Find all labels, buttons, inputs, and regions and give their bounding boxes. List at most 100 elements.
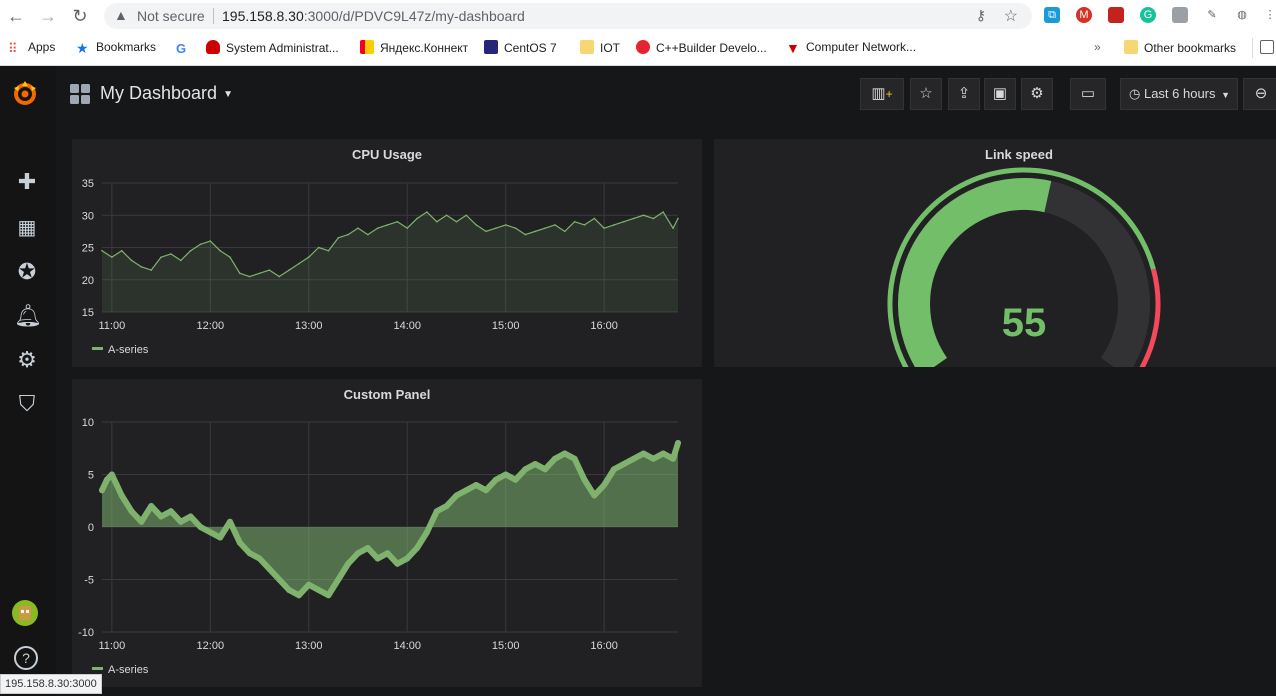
redhat-icon [206,40,220,54]
key-icon[interactable]: ⚷ [976,7,986,24]
data-point [534,230,537,233]
data-point [158,513,165,520]
bookmark-item[interactable]: System Administrat... [206,40,339,55]
bookmark-item[interactable] [1260,40,1276,55]
warning-icon[interactable]: ▲ [114,7,128,23]
data-point [630,455,637,462]
data-point [563,230,566,233]
x-tick-label: 16:00 [590,320,618,332]
eyedropper-icon[interactable]: ✎ [1204,7,1220,23]
address-separator [213,8,214,24]
avatar[interactable] [12,600,38,626]
data-point [465,214,468,217]
grafana-logo-icon[interactable] [10,78,40,108]
cycle-view-mode-button[interactable]: ▭ [1070,78,1106,110]
data-point [522,466,529,473]
dashboard-grid-icon [70,84,90,104]
chrome-divider [0,65,1276,66]
bookmark-item[interactable]: ▼ Computer Network... [786,40,916,55]
data-point [367,233,369,236]
data-point [613,224,615,226]
address-bar[interactable]: ▲ Not secure 195.158.8.30:3000/d/PDVC9L4… [104,3,1032,29]
reload-icon[interactable]: ↻ [70,6,90,26]
legend-item[interactable]: A-series [92,344,148,356]
data-point [140,266,143,268]
x-tick-label: 14:00 [393,640,421,652]
help-icon[interactable]: ? [14,646,38,670]
grammarly-icon[interactable]: G [1140,7,1156,23]
dashboard-title-picker[interactable]: My Dashboard ▼ [100,83,233,104]
zoom-out-icon: ⊖ [1254,85,1268,102]
apps-grid-icon: ⠿ [8,41,18,56]
data-point [514,227,517,229]
add-panel-button[interactable]: ▥+ [860,78,904,110]
more-bookmarks-icon[interactable]: » [1094,40,1101,54]
x-tick-label: 15:00 [492,320,520,332]
data-point [295,592,302,599]
data-point [445,214,448,217]
zoom-out-button[interactable]: ⊖ [1243,78,1276,110]
bookmark-item[interactable]: Яндекс.Коннект [360,40,468,55]
menu-icon[interactable]: ⋮ [1262,7,1276,23]
bookmark-item[interactable]: Other bookmarks [1124,40,1236,55]
data-point [611,466,617,473]
bookmark-item[interactable]: ★ Bookmarks [76,40,156,55]
data-point [236,539,243,546]
data-point [108,471,115,478]
bookmark-item[interactable]: G [176,40,196,56]
bookmark-item[interactable]: ⠿ Apps [8,40,55,56]
url-text[interactable]: 195.158.8.30:3000/d/PDVC9L47z/my-dashboa… [222,8,525,24]
data-point [187,513,194,520]
star-icon: ★ [76,40,89,56]
y-tick-label: -5 [84,575,94,587]
extension-icon-5[interactable] [1172,7,1188,23]
dashboards-grid-icon[interactable]: ▦ [14,215,40,241]
series-area [102,212,678,312]
y-tick-label: 25 [82,243,94,255]
back-icon[interactable]: ← [6,6,26,26]
star-dashboard-button[interactable]: ☆ [910,78,942,110]
server-admin-shield-icon[interactable]: ⛉ [14,391,40,417]
data-point [364,545,371,551]
data-point [327,249,330,252]
extension-icon-2[interactable]: M [1076,7,1092,23]
url-host: 195.158.8.30 [222,8,304,24]
cpu-usage-panel: CPU Usage 35 30 25 20 15 11:00 12:00 13:00 14:00… [72,139,702,367]
data-point [148,503,155,509]
explore-compass-icon[interactable]: ✪ [14,259,40,285]
bookmark-item[interactable]: IOT [580,40,620,55]
legend-swatch [92,347,103,350]
data-point [246,550,253,557]
security-label[interactable]: Not secure [137,8,205,24]
data-point [128,508,135,515]
bookmark-star-icon[interactable]: ☆ [1004,6,1018,26]
create-plus-icon[interactable]: ✚ [14,169,40,195]
star-icon: ☆ [919,85,933,102]
save-button[interactable]: ▣ [984,78,1016,110]
alerting-bell-icon[interactable]: 🔔︎ [14,303,42,329]
data-point [581,476,588,483]
data-point [672,227,674,229]
time-range-picker[interactable]: ◷ Last 6 hours ▼ [1120,78,1238,110]
data-point [355,550,361,557]
share-button[interactable]: ⇪ [948,78,980,110]
globe-icon[interactable]: ◍ [1234,7,1250,23]
caret-down-icon: ▼ [223,89,233,100]
bookmark-label: IOT [600,41,620,55]
y-tick-label: 10 [82,417,94,429]
data-point [554,224,556,226]
data-point [495,227,497,229]
data-point [345,560,352,567]
settings-button[interactable]: ⚙ [1021,78,1053,110]
x-tick-label: 13:00 [295,640,323,652]
bookmark-item[interactable]: C++Builder Develo... [636,40,767,55]
configuration-gear-icon[interactable]: ⚙ [14,347,40,373]
forward-icon[interactable]: → [38,6,58,26]
extension-icon-1[interactable]: ⧉ [1044,7,1060,23]
data-point [347,233,349,236]
bookmark-label: Apps [28,40,56,54]
embarcadero-icon [636,40,650,54]
data-point [286,587,293,593]
extension-icon-3[interactable] [1108,7,1124,23]
bookmark-item[interactable]: CentOS 7 [484,40,557,55]
